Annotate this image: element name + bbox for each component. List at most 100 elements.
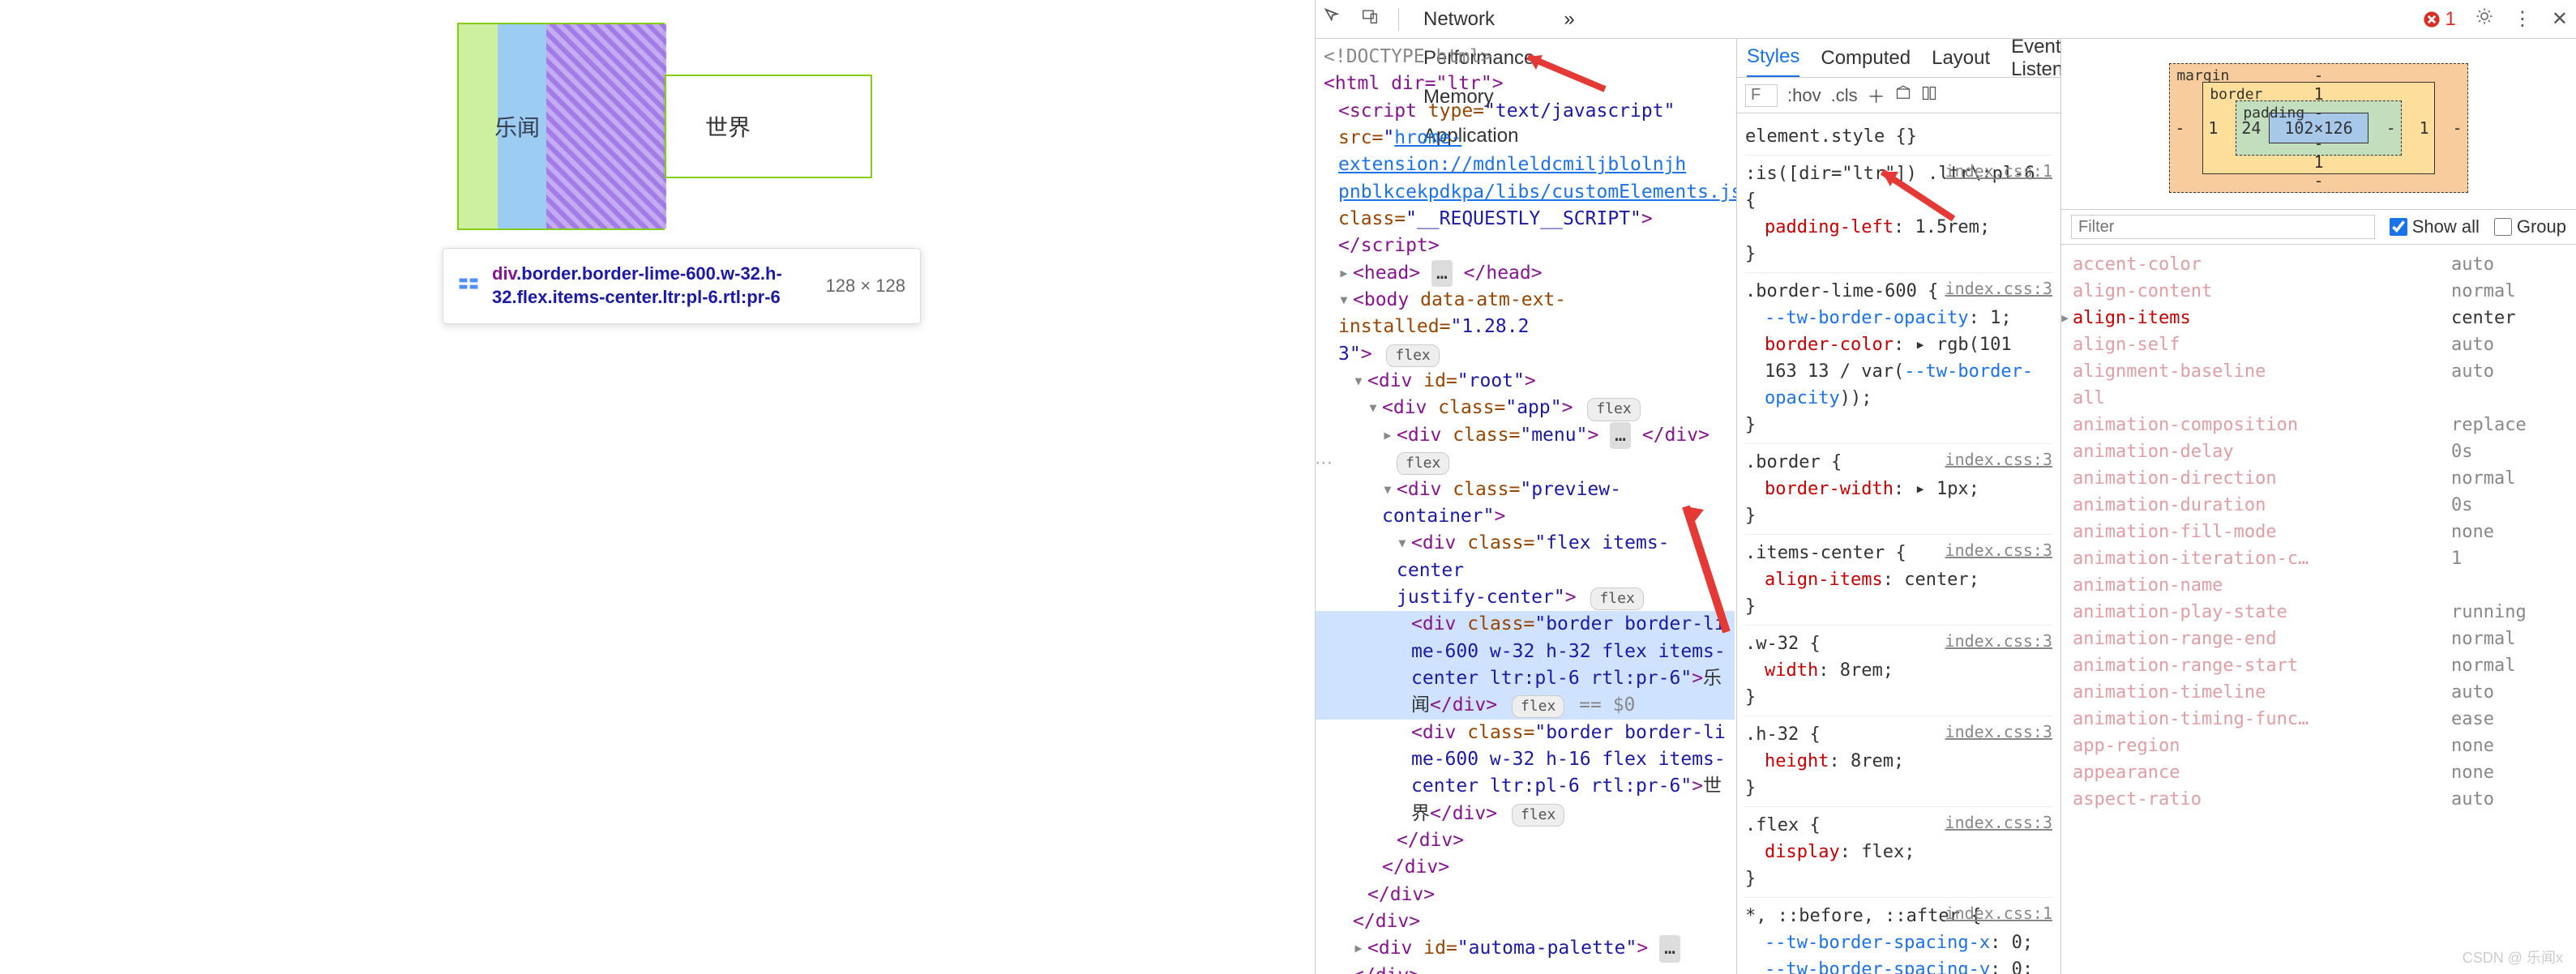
show-all-checkbox[interactable]: Show all bbox=[2390, 216, 2480, 237]
flex-badge[interactable]: flex bbox=[1397, 452, 1449, 475]
error-count[interactable]: 1 bbox=[2423, 8, 2456, 31]
computed-row[interactable]: align-selfauto bbox=[2073, 331, 2565, 358]
styles-layout-icon[interactable] bbox=[1921, 85, 1937, 106]
top-tabs-overflow[interactable]: » bbox=[1559, 0, 1579, 39]
computed-row[interactable]: alignment-baselineauto bbox=[2073, 358, 2565, 385]
ext-url-2[interactable]: pnblkcekpdkpa/libs/customElements.js" bbox=[1338, 182, 1737, 203]
computed-row[interactable]: animation-name bbox=[2073, 572, 2565, 599]
computed-row[interactable]: accent-colorauto bbox=[2073, 251, 2565, 278]
flex-badge[interactable]: flex bbox=[1386, 344, 1439, 367]
expand-icon[interactable]: ▾ bbox=[1367, 395, 1382, 421]
hover-classes: .border.border-lime-600.w-32.h-32.flex.i… bbox=[492, 263, 782, 307]
expand-icon[interactable]: ▾ bbox=[1397, 530, 1411, 557]
expand-icon[interactable]: ▾ bbox=[1382, 476, 1397, 503]
kebab-icon[interactable]: ⋮ bbox=[2513, 7, 2532, 31]
hov-button[interactable]: :hov bbox=[1787, 85, 1821, 106]
computed-filter-bar: Show all Group bbox=[2061, 209, 2576, 245]
styles-panel: StylesComputedLayoutEvent ListenersDOM B… bbox=[1737, 39, 2061, 974]
ellipsis-icon[interactable]: … bbox=[1431, 260, 1453, 287]
computed-row[interactable]: animation-compositionreplace bbox=[2073, 412, 2565, 438]
computed-row[interactable]: all bbox=[2073, 385, 2565, 412]
expand-icon[interactable]: ▾ bbox=[1353, 368, 1367, 395]
dom-tree[interactable]: <!DOCTYPE html> <html dir="ltr"> <script… bbox=[1316, 39, 1737, 974]
computed-row[interactable]: animation-directionnormal bbox=[2073, 465, 2565, 492]
box-model-diagram[interactable]: margin - - - - border 1 1 1 1 padding bbox=[2169, 63, 2467, 193]
computed-row[interactable]: animation-timing-func…ease bbox=[2073, 706, 2565, 733]
hover-dimensions: 128 × 128 bbox=[826, 276, 905, 297]
style-rule[interactable]: index.css:3.flex {display: flex;} bbox=[1745, 807, 2052, 898]
styles-tab-layout[interactable]: Layout bbox=[1932, 47, 1990, 70]
computed-panel: margin - - - - border 1 1 1 1 padding bbox=[2061, 39, 2576, 974]
device-toolbar-icon[interactable] bbox=[1361, 7, 1379, 31]
settings-icon[interactable] bbox=[2475, 7, 2493, 31]
new-rule-icon[interactable]: ＋ bbox=[1868, 83, 1885, 109]
devtools-top-toolbar: ElementsConsoleSourcesNetworkPerformance… bbox=[1316, 0, 2576, 39]
styles-toolbar: :hov .cls ＋ bbox=[1737, 78, 2060, 113]
dom-selected-node[interactable]: <div class="border border-li me-600 w-32… bbox=[1316, 611, 1735, 719]
style-rule[interactable]: index.css:3.items-center {align-items: c… bbox=[1745, 535, 2052, 626]
preview-boxes: 乐闻 世界 bbox=[457, 23, 665, 230]
computed-list[interactable]: accent-colorautoalign-contentnormal▸alig… bbox=[2061, 245, 2576, 974]
style-rule[interactable]: index.css:3.border-lime-600 {--tw-border… bbox=[1745, 273, 2052, 444]
flex-badge[interactable]: flex bbox=[1590, 587, 1643, 610]
top-tab-network[interactable]: Network bbox=[1419, 0, 1539, 39]
styles-tab-computed[interactable]: Computed bbox=[1821, 47, 1911, 70]
styles-rules[interactable]: element.style {}index.css:1:is([dir="ltr… bbox=[1737, 113, 2060, 974]
preview-box-1[interactable]: 乐闻 bbox=[457, 23, 665, 230]
gutter-dots-icon[interactable]: ⋯ bbox=[1315, 452, 1333, 473]
html-open[interactable]: <html dir="ltr"> bbox=[1324, 73, 1504, 94]
computed-row[interactable]: animation-fill-modenone bbox=[2073, 519, 2565, 545]
computed-row[interactable]: animation-range-startnormal bbox=[2073, 652, 2565, 679]
flex-badge[interactable]: flex bbox=[1512, 695, 1564, 718]
computed-row[interactable]: animation-play-staterunning bbox=[2073, 599, 2565, 626]
preview-box-1-text: 乐闻 bbox=[494, 110, 540, 143]
ellipsis-icon[interactable]: … bbox=[1610, 422, 1631, 449]
style-rule[interactable]: index.css:1*, ::before, ::after {--tw-bo… bbox=[1745, 898, 2052, 974]
close-icon[interactable]: ✕ bbox=[2552, 7, 2568, 31]
style-rule[interactable]: index.css:3.border {border-width: ▸ 1px;… bbox=[1745, 444, 2052, 535]
group-checkbox[interactable]: Group bbox=[2494, 216, 2566, 237]
doctype: <!DOCTYPE html> bbox=[1324, 44, 1735, 70]
computed-row[interactable]: app-regionnone bbox=[2073, 733, 2565, 759]
styles-tab-strip: StylesComputedLayoutEvent ListenersDOM B… bbox=[1737, 39, 2060, 78]
expand-icon[interactable]: ▸ bbox=[1353, 935, 1367, 962]
computed-row[interactable]: animation-iteration-c…1 bbox=[2073, 545, 2565, 572]
styles-tab-styles[interactable]: Styles bbox=[1747, 39, 1799, 78]
flex-badge[interactable]: flex bbox=[1587, 398, 1640, 421]
flex-badge[interactable]: flex bbox=[1512, 804, 1564, 827]
ellipsis-icon[interactable]: … bbox=[1659, 935, 1680, 962]
overlay-content bbox=[546, 24, 666, 229]
computed-row[interactable]: animation-range-endnormal bbox=[2073, 626, 2565, 652]
computed-row[interactable]: aspect-ratioauto bbox=[2073, 786, 2565, 813]
style-rule[interactable]: index.css:3.h-32 {height: 8rem;} bbox=[1745, 716, 2052, 807]
inspect-icon[interactable] bbox=[1324, 7, 1341, 31]
expand-icon[interactable]: ▸ bbox=[1338, 260, 1353, 287]
computed-filter-input[interactable] bbox=[2071, 215, 2375, 239]
preview-box-2-text: 世界 bbox=[705, 110, 751, 143]
hover-breadcrumb: div.border.border-lime-600.w-32.h-32.fle… bbox=[492, 263, 813, 309]
error-icon bbox=[2423, 11, 2441, 28]
cls-button[interactable]: .cls bbox=[1831, 85, 1858, 106]
overlay-margin bbox=[459, 24, 498, 229]
styles-tab-event-listeners[interactable]: Event Listeners bbox=[2011, 39, 2060, 78]
toolbar-separator bbox=[1398, 8, 1399, 31]
computed-drawer-icon[interactable] bbox=[1895, 85, 1911, 106]
style-rule[interactable]: index.css:3.w-32 {width: 8rem;} bbox=[1745, 626, 2052, 716]
computed-row[interactable]: animation-timelineauto bbox=[2073, 679, 2565, 706]
computed-row[interactable]: appearancenone bbox=[2073, 759, 2565, 786]
expand-icon[interactable]: ▸ bbox=[1382, 422, 1397, 449]
expand-icon[interactable]: ▾ bbox=[1338, 287, 1353, 314]
computed-row[interactable]: align-contentnormal bbox=[2073, 278, 2565, 305]
error-count-number: 1 bbox=[2445, 8, 2456, 31]
computed-row[interactable]: animation-delay0s bbox=[2073, 438, 2565, 465]
page-preview: 乐闻 世界 div.border.border-lime-600.w-32.h-… bbox=[0, 0, 1313, 974]
preview-box-2[interactable]: 世界 bbox=[665, 75, 872, 178]
computed-row[interactable]: ▸align-itemscenter bbox=[2073, 305, 2565, 331]
styles-filter-input[interactable] bbox=[1745, 84, 1778, 107]
style-rule[interactable]: element.style {} bbox=[1745, 118, 2052, 156]
hover-tag: div bbox=[492, 263, 516, 284]
style-rule[interactable]: index.css:1:is([dir="ltr"]) .ltr\:pl-6 {… bbox=[1745, 156, 2052, 273]
dollar-zero: == $0 bbox=[1579, 694, 1635, 716]
computed-row[interactable]: animation-duration0s bbox=[2073, 492, 2565, 519]
grid-icon bbox=[458, 273, 479, 299]
